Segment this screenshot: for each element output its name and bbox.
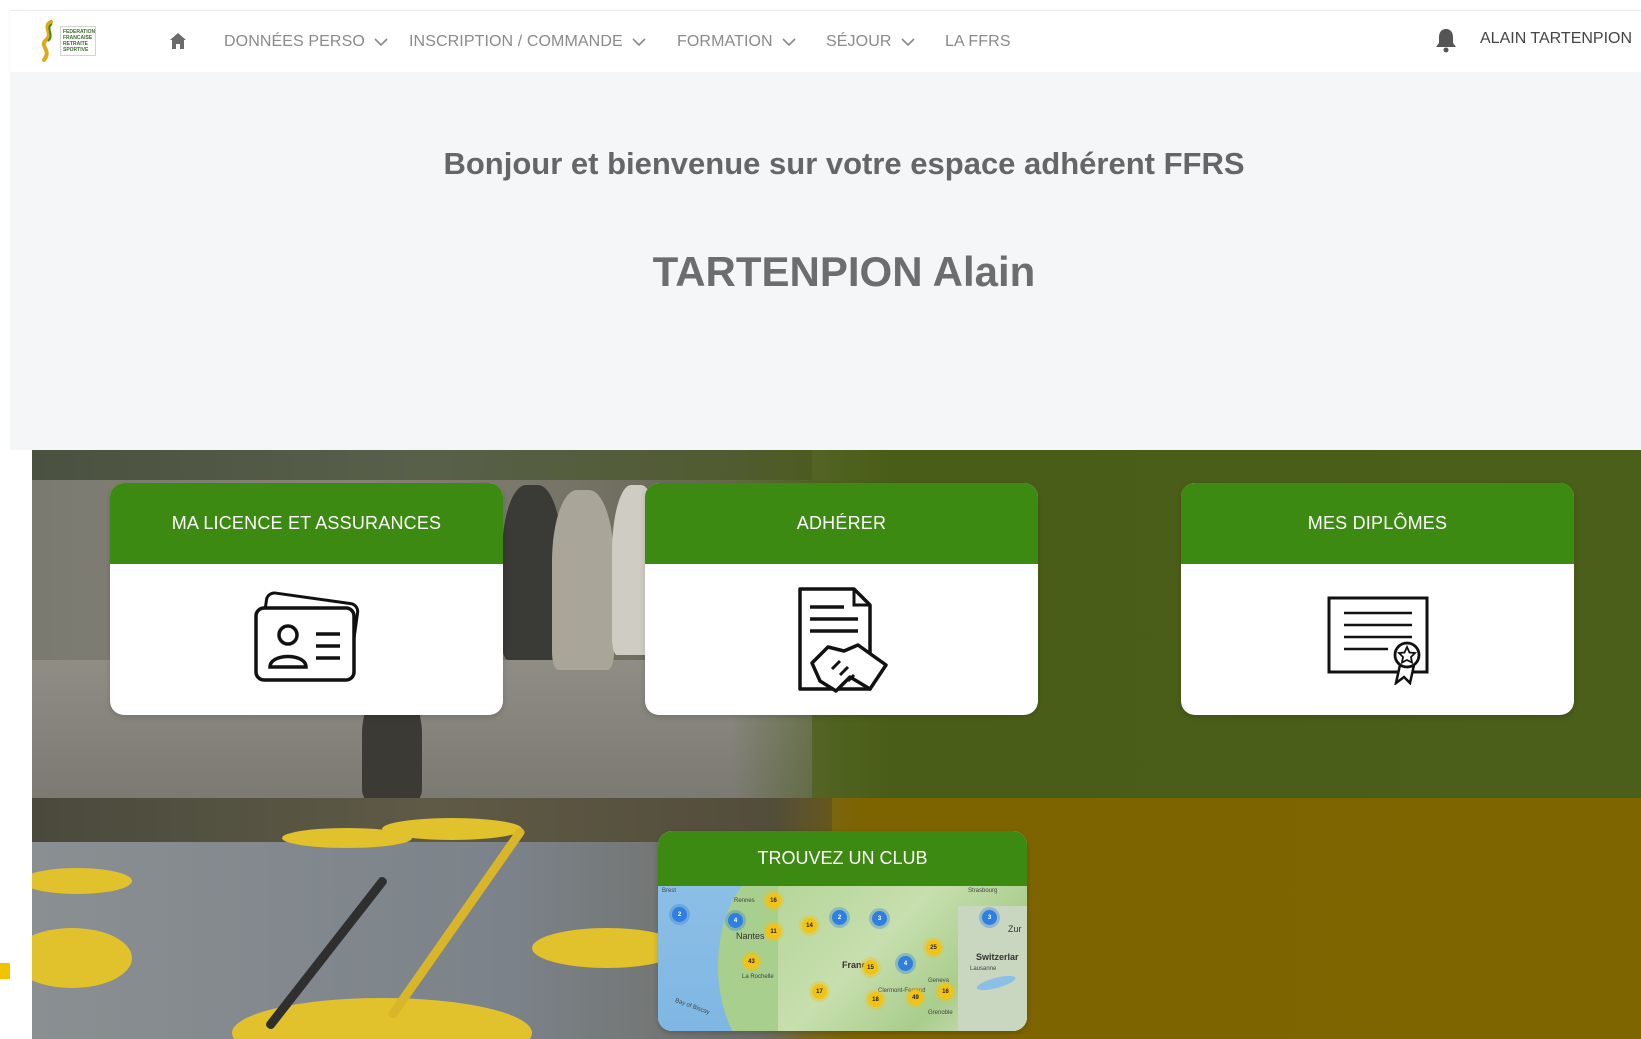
club-map[interactable]: Brest Rennes Nantes La Rochelle Bay of B… [658, 886, 1027, 1031]
trouvez-un-club-card[interactable]: TROUVEZ UN CLUB Brest Rennes Nantes La R… [658, 831, 1027, 1031]
club-cluster-marker[interactable]: 17 [812, 984, 827, 999]
photo-kayak [382, 818, 522, 840]
club-cluster-marker[interactable]: 3 [982, 910, 997, 925]
nav-label: INSCRIPTION / COMMANDE [409, 33, 623, 50]
chevron-down-icon [632, 38, 646, 47]
nav-la-ffrs[interactable]: LA FFRS [945, 30, 1011, 54]
nav-donnees-perso[interactable]: DONNÉES PERSO [224, 30, 388, 54]
photo-kayak [32, 868, 132, 894]
diploma-certificate-icon [1327, 596, 1428, 685]
club-cluster-marker[interactable]: 15 [863, 960, 878, 975]
club-cluster-marker[interactable]: 43 [744, 954, 759, 969]
club-cluster-marker[interactable]: 4 [728, 913, 743, 928]
bell-icon[interactable] [1434, 27, 1458, 53]
top-navbar: FEDERATION FRANCAISE RETRAITE SPORTIVE D… [10, 10, 1641, 72]
card-title: MES DIPLÔMES [1181, 483, 1574, 564]
chevron-down-icon [374, 38, 388, 47]
map-label: Lausanne [970, 966, 997, 972]
map-label: Grenoble [928, 1010, 953, 1016]
card-title: MA LICENCE ET ASSURANCES [110, 483, 503, 564]
member-name: TARTENPION Alain [652, 248, 1036, 295]
card-body [110, 564, 503, 715]
map-label: Zur [1008, 924, 1022, 934]
user-menu[interactable]: ALAIN TARTENPION [1480, 30, 1641, 48]
adherer-card[interactable]: ADHÉRER [645, 483, 1038, 715]
nav-formation[interactable]: FORMATION [677, 30, 796, 54]
card-body [1181, 564, 1574, 715]
chevron-down-icon [782, 38, 796, 47]
nav-label: LA FFRS [945, 33, 1011, 50]
ffrs-logo[interactable]: FEDERATION FRANCAISE RETRAITE SPORTIVE [40, 19, 98, 63]
photo-paddle [386, 826, 527, 1020]
club-cluster-marker[interactable]: 14 [802, 918, 817, 933]
nav-sejour[interactable]: SÉJOUR [826, 30, 915, 54]
map-label: Strasbourg [968, 888, 998, 894]
welcome-section: Bonjour et bienvenue sur votre espace ad… [10, 72, 1641, 450]
map-label: Rennes [734, 898, 755, 904]
club-cluster-marker[interactable]: 18 [868, 992, 883, 1007]
mes-diplomes-card[interactable]: MES DIPLÔMES [1181, 483, 1574, 715]
club-cluster-marker[interactable]: 49 [908, 990, 923, 1005]
nav-label: SÉJOUR [826, 33, 892, 50]
club-cluster-marker[interactable]: 16 [766, 893, 781, 908]
nav-label: DONNÉES PERSO [224, 33, 365, 50]
side-accent-mark [0, 963, 10, 979]
club-cluster-marker[interactable]: 3 [872, 911, 887, 926]
club-cluster-marker[interactable]: 16 [938, 984, 953, 999]
card-title: ADHÉRER [645, 483, 1038, 564]
chevron-down-icon [900, 38, 915, 47]
map-label: Nantes [736, 931, 765, 941]
photo-walker [552, 490, 614, 670]
user-name-label: ALAIN TARTENPION [1480, 30, 1633, 47]
logo-swirl-icon [41, 20, 53, 62]
photo-trees [32, 450, 812, 480]
logo-wordmark: FEDERATION FRANCAISE RETRAITE SPORTIVE [60, 26, 96, 56]
club-cluster-marker[interactable]: 2 [672, 907, 687, 922]
nav-label: FORMATION [677, 33, 773, 50]
map-label: Switzerlar [976, 952, 1019, 962]
contract-handshake-icon [797, 586, 888, 693]
club-cluster-marker[interactable]: 4 [898, 956, 913, 971]
welcome-heading: Bonjour et bienvenue sur votre espace ad… [443, 146, 1245, 181]
photo-kayak [32, 928, 132, 988]
club-cluster-marker[interactable]: 11 [766, 924, 781, 939]
club-cluster-marker[interactable]: 2 [832, 910, 847, 925]
card-title: TROUVEZ UN CLUB [658, 831, 1027, 886]
card-body [645, 564, 1038, 715]
id-card-icon [253, 590, 359, 682]
map-label: Brest [662, 888, 677, 894]
nav-inscription-commande[interactable]: INSCRIPTION / COMMANDE [409, 30, 646, 54]
licence-assurances-card[interactable]: MA LICENCE ET ASSURANCES [110, 483, 503, 715]
map-label: La Rochelle [742, 974, 774, 980]
club-cluster-marker[interactable]: 25 [926, 940, 941, 955]
home-icon[interactable] [168, 31, 188, 51]
